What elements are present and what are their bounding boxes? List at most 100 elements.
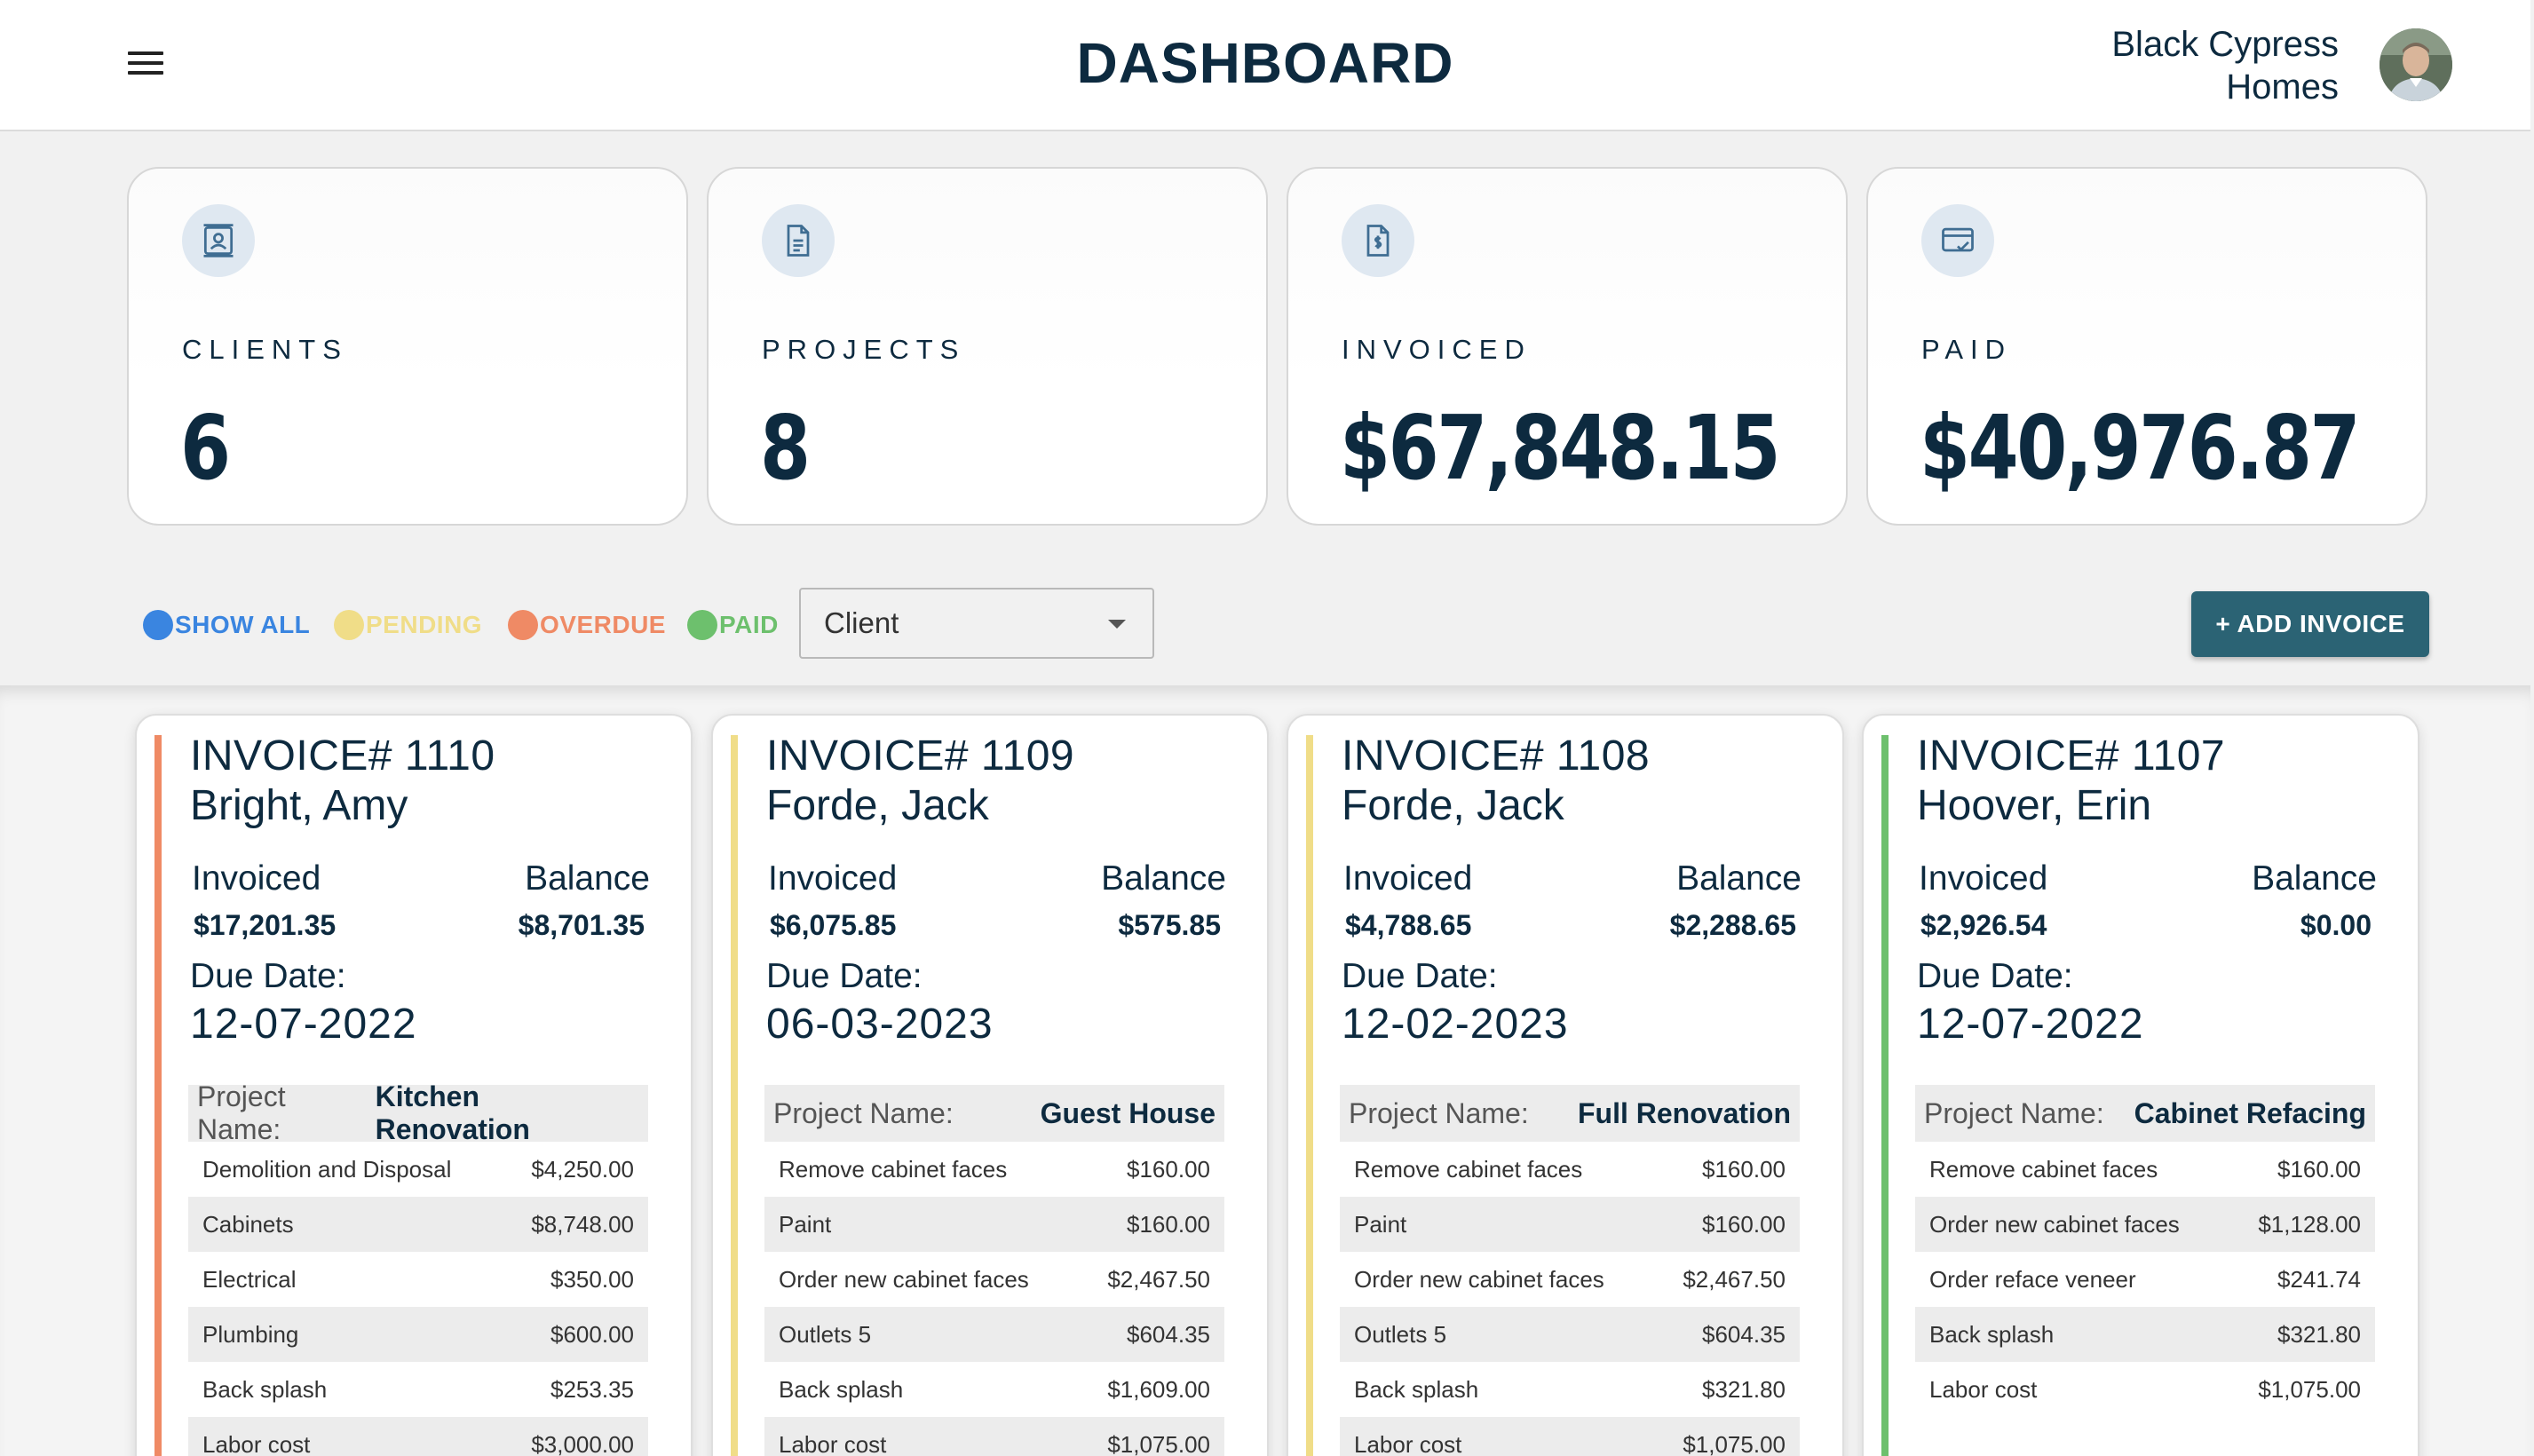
invoiced-label: Invoiced — [1919, 859, 2048, 898]
stat-label: PROJECTS — [762, 334, 966, 365]
invoice-client: Hoover, Erin — [1917, 782, 2152, 829]
project-name-label: Project Name: — [1349, 1096, 1529, 1129]
item-name: Order reface veneer — [1929, 1265, 2136, 1293]
invoice-number: INVOICE# 1110 — [190, 732, 495, 779]
item-amount: $321.80 — [2277, 1320, 2361, 1348]
filter-show-all[interactable]: SHOW ALL — [143, 607, 310, 643]
invoice-number: INVOICE# 1109 — [766, 732, 1075, 779]
top-header: DASHBOARD Black Cypress Homes — [0, 0, 2530, 131]
dashboard-app: DASHBOARD Black Cypress Homes CLIENTS 6 … — [0, 0, 2534, 1456]
filter-paid[interactable]: PAID — [687, 607, 779, 643]
client-select[interactable]: Client — [799, 588, 1154, 659]
item-amount: $1,128.00 — [2258, 1210, 2361, 1238]
item-amount: $160.00 — [1702, 1155, 1786, 1183]
due-date-label: Due Date: — [190, 957, 346, 995]
item-amount: $160.00 — [1702, 1210, 1786, 1238]
item-amount: $160.00 — [2277, 1155, 2361, 1183]
item-name: Order new cabinet faces — [779, 1265, 1029, 1293]
item-name: Plumbing — [202, 1320, 299, 1348]
dollar-document-icon — [1342, 204, 1414, 277]
invoiced-label: Invoiced — [768, 859, 898, 898]
invoice-card-1107[interactable]: INVOICE# 1107 Hoover, Erin Invoiced Bala… — [1862, 714, 2419, 1456]
project-name-label: Project Name: — [197, 1080, 286, 1145]
line-item: Outlets 5 $604.35 — [1340, 1307, 1800, 1362]
invoiced-label: Invoiced — [1343, 859, 1473, 898]
item-name: Paint — [1354, 1210, 1407, 1238]
item-name: Cabinets — [202, 1210, 294, 1238]
line-item: Cabinets $8,748.00 — [188, 1197, 648, 1252]
project-name-label: Project Name: — [1924, 1096, 2104, 1129]
filter-pending[interactable]: PENDING — [334, 607, 482, 643]
balance-label: Balance — [1676, 859, 1802, 898]
company-name-line2: Homes — [2226, 67, 2339, 107]
item-amount: $350.00 — [550, 1265, 634, 1293]
stat-card-projects[interactable]: PROJECTS 8 — [707, 167, 1268, 526]
line-items-table: Project Name: Full Renovation Remove cab… — [1340, 1085, 1800, 1456]
line-items-table: Project Name: Cabinet Refacing Remove ca… — [1915, 1085, 2375, 1417]
item-amount: $1,075.00 — [2258, 1375, 2361, 1403]
document-icon — [762, 204, 835, 277]
project-name-label: Project Name: — [773, 1096, 954, 1129]
project-name-row: Project Name: Kitchen Renovation — [188, 1080, 648, 1145]
line-item: Labor cost $1,075.00 — [1340, 1417, 1800, 1456]
invoiced-amount: $4,788.65 — [1345, 909, 1472, 941]
invoice-number: INVOICE# 1108 — [1342, 732, 1651, 779]
item-amount: $253.35 — [550, 1375, 634, 1403]
balance-label: Balance — [1101, 859, 1226, 898]
filter-label: SHOW ALL — [175, 611, 311, 638]
item-amount: $1,075.00 — [1683, 1430, 1786, 1456]
line-item: Back splash $253.35 — [188, 1362, 648, 1417]
stat-value: $67,848.15 — [1340, 396, 1781, 500]
line-item: Order new cabinet faces $1,128.00 — [1915, 1197, 2375, 1252]
item-name: Labor cost — [779, 1430, 887, 1456]
stat-card-clients[interactable]: CLIENTS 6 — [127, 167, 688, 526]
line-items-table: Project Name: Guest House Remove cabinet… — [764, 1085, 1224, 1456]
filter-label: PAID — [719, 611, 779, 638]
stat-card-invoiced[interactable]: INVOICED $67,848.15 — [1287, 167, 1848, 526]
balance-label: Balance — [525, 859, 650, 898]
invoice-number: INVOICE# 1107 — [1917, 732, 2226, 779]
item-name: Labor cost — [1929, 1375, 2038, 1403]
avatar[interactable] — [2380, 28, 2452, 101]
item-amount: $8,748.00 — [531, 1210, 634, 1238]
line-item: Paint $160.00 — [764, 1197, 1224, 1252]
line-item: Order new cabinet faces $2,467.50 — [764, 1252, 1224, 1307]
item-amount: $4,250.00 — [531, 1155, 634, 1183]
item-amount: $160.00 — [1127, 1210, 1210, 1238]
line-item: Back splash $321.80 — [1340, 1362, 1800, 1417]
item-name: Electrical — [202, 1265, 297, 1293]
invoice-card-1109[interactable]: INVOICE# 1109 Forde, Jack Invoiced Balan… — [711, 714, 1269, 1456]
invoice-card-1108[interactable]: INVOICE# 1108 Forde, Jack Invoiced Balan… — [1287, 714, 1844, 1456]
item-name: Paint — [779, 1210, 832, 1238]
line-item: Back splash $321.80 — [1915, 1307, 2375, 1362]
line-item: Labor cost $1,075.00 — [1915, 1362, 2375, 1417]
project-name-value: Kitchen Renovation — [375, 1080, 530, 1145]
project-name-row: Project Name: Guest House — [764, 1085, 1224, 1142]
item-amount: $2,467.50 — [1107, 1265, 1210, 1293]
invoice-client: Forde, Jack — [1342, 782, 1564, 829]
stat-label: CLIENTS — [182, 334, 348, 365]
project-name-value: Guest House — [1040, 1096, 1216, 1129]
filter-label: PENDING — [366, 611, 483, 638]
item-name: Order new cabinet faces — [1354, 1265, 1604, 1293]
item-amount: $321.80 — [1702, 1375, 1786, 1403]
add-invoice-button[interactable]: + ADD INVOICE — [2191, 591, 2429, 657]
item-amount: $604.35 — [1127, 1320, 1210, 1348]
balance-amount: $2,288.65 — [1669, 909, 1796, 941]
yellow-dot-icon — [334, 610, 364, 640]
item-amount: $160.00 — [1127, 1155, 1210, 1183]
balance-amount: $0.00 — [2300, 909, 2372, 941]
company-name-line1: Black Cypress — [2111, 25, 2339, 64]
due-date-label: Due Date: — [766, 957, 923, 995]
line-item: Remove cabinet faces $160.00 — [1340, 1142, 1800, 1197]
invoice-client: Forde, Jack — [766, 782, 989, 829]
stat-card-paid[interactable]: PAID $40,976.87 — [1866, 167, 2427, 526]
item-name: Labor cost — [1354, 1430, 1462, 1456]
invoice-card-1110[interactable]: INVOICE# 1110 Bright, Amy Invoiced Balan… — [135, 714, 693, 1456]
item-amount: $3,000.00 — [531, 1430, 634, 1456]
due-date-label: Due Date: — [1342, 957, 1498, 995]
filter-overdue[interactable]: OVERDUE — [508, 607, 666, 643]
due-date-value: 06-03-2023 — [766, 1001, 994, 1048]
project-name-row: Project Name: Full Renovation — [1340, 1085, 1800, 1142]
item-amount: $604.35 — [1702, 1320, 1786, 1348]
